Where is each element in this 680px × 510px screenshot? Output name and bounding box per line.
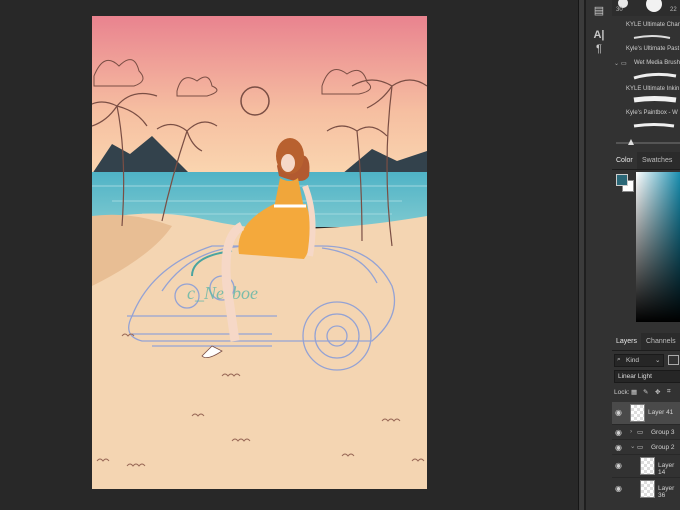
- character-panel-icon[interactable]: A|: [592, 28, 606, 42]
- brush-size-label: 30: [616, 7, 623, 13]
- brush-group-label: Wet Media Brush: [634, 60, 680, 66]
- paragraph-panel-icon[interactable]: ¶: [592, 42, 606, 56]
- scrollbar-thumb[interactable]: [579, 0, 584, 510]
- brush-size-bar: 30 22: [612, 0, 680, 16]
- brush-stroke-preview: [633, 123, 675, 128]
- lock-paint-icon[interactable]: ✎: [643, 388, 648, 396]
- tab-layers[interactable]: Layers: [612, 333, 642, 350]
- tab-swatches[interactable]: Swatches: [638, 152, 676, 169]
- layer-name: Group 2: [651, 444, 675, 451]
- brush-size-label: 22: [670, 7, 677, 13]
- brush-preset-label: Kyle's Paintbox - W: [626, 110, 678, 116]
- folder-icon: ▭: [637, 444, 644, 451]
- visibility-eye-icon[interactable]: ◉: [615, 443, 622, 452]
- brush-preset-item[interactable]: Kyle's Ultimate Past: [612, 44, 680, 58]
- brush-preset-item[interactable]: Kyle's Paintbox - W: [612, 108, 680, 122]
- layer-group-row[interactable]: ◉ › ▭ Group 3: [612, 424, 680, 440]
- blend-mode-value: Linear Light: [618, 373, 652, 380]
- chevron-down-icon: ⌄: [655, 357, 661, 364]
- visibility-eye-icon[interactable]: ◉: [615, 428, 622, 437]
- layer-row[interactable]: ◉ Layer 36: [612, 477, 680, 500]
- layer-thumbnail: [640, 480, 655, 498]
- image-filter-icon[interactable]: [668, 355, 679, 365]
- artwork-canvas[interactable]: c_Neeboe: [92, 16, 427, 489]
- slider-handle[interactable]: [628, 139, 634, 145]
- layers-panel-tabs: Layers Channels: [612, 333, 680, 351]
- visibility-eye-icon[interactable]: ◉: [615, 484, 622, 493]
- folder-icon: ▭: [621, 61, 627, 67]
- brush-stroke-preview: [633, 35, 671, 39]
- brush-preset-label: KYLE Ultimate Inkin: [626, 86, 680, 92]
- visibility-eye-icon[interactable]: ◉: [615, 408, 622, 417]
- brush-panel-icon[interactable]: ▤: [592, 4, 606, 18]
- brush-tip-preview[interactable]: [646, 0, 662, 12]
- layer-row[interactable]: ◉ Layer 14: [612, 454, 680, 477]
- layer-thumbnail: [640, 457, 655, 475]
- brush-preset-label: KYLE Ultimate Char: [626, 22, 680, 28]
- lock-artboard-icon[interactable]: ⌗: [667, 388, 671, 396]
- color-picker-field[interactable]: [636, 172, 680, 322]
- visibility-eye-icon[interactable]: ◉: [615, 461, 622, 470]
- foreground-color-swatch[interactable]: [616, 174, 628, 186]
- layer-filter-select[interactable]: ⌕ Kind ⌄: [614, 354, 664, 367]
- lock-transparent-icon[interactable]: ▦: [631, 388, 637, 396]
- blend-mode-select[interactable]: Linear Light: [614, 370, 680, 383]
- layer-name: Layer 41: [648, 409, 674, 416]
- layer-name: Group 3: [651, 429, 675, 436]
- brush-stroke-preview: [633, 96, 677, 103]
- panel-toolstrip: [586, 0, 613, 510]
- lock-position-icon[interactable]: ✥: [655, 388, 660, 396]
- brush-preset-item[interactable]: KYLE Ultimate Char: [612, 20, 680, 34]
- color-panel-tabs: Color Swatches: [612, 152, 680, 170]
- lock-label: Lock:: [614, 389, 630, 396]
- chevron-right-icon[interactable]: ›: [630, 428, 632, 435]
- tab-color[interactable]: Color: [612, 152, 637, 169]
- brush-stroke-preview: [633, 72, 677, 80]
- brush-size-slider[interactable]: [616, 142, 680, 144]
- layer-name: Layer 36: [658, 485, 675, 499]
- search-icon: ⌕: [617, 356, 621, 363]
- chevron-down-icon[interactable]: ⌄: [614, 60, 619, 67]
- lock-row: Lock: ▦ ✎ ✥ ⌗: [614, 387, 680, 398]
- layer-thumbnail: [630, 404, 645, 422]
- layer-group-row[interactable]: ◉ ⌄ ▭ Group 2: [612, 439, 680, 455]
- brush-group-item[interactable]: ⌄ ▭ Wet Media Brush: [612, 58, 680, 72]
- brush-preset-label: Kyle's Ultimate Past: [626, 46, 680, 52]
- layer-row[interactable]: ◉ Layer 41: [612, 402, 680, 424]
- filter-kind-value: Kind: [626, 357, 640, 364]
- artwork-illustration: c_Neeboe: [92, 16, 427, 489]
- chevron-down-icon[interactable]: ⌄: [630, 442, 635, 450]
- folder-icon: ▭: [637, 429, 644, 436]
- tab-channels[interactable]: Channels: [642, 333, 680, 350]
- layer-name: Layer 14: [658, 462, 675, 476]
